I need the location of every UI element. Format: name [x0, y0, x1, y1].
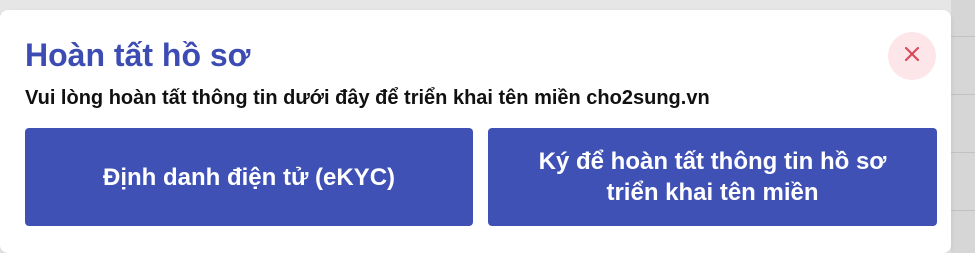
ekyc-button[interactable]: Định danh điện tử (eKYC): [25, 128, 473, 226]
close-button[interactable]: [888, 32, 936, 80]
modal-title: Hoàn tất hồ sơ: [25, 37, 251, 73]
complete-profile-modal: Hoàn tất hồ sơ Vui lòng hoàn tất thông t…: [0, 10, 951, 253]
background-content-hint: [272, 0, 392, 13]
background-divider: [951, 36, 975, 37]
ekyc-button-label: Định danh điện tử (eKYC): [102, 163, 396, 191]
background-divider: [951, 94, 975, 95]
background-divider: [951, 152, 975, 153]
sign-profile-button[interactable]: Ký để hoàn tất thông tin hồ sơ triển kha…: [488, 128, 937, 226]
sign-profile-button-label: Ký để hoàn tất thông tin hồ sơ triển kha…: [538, 148, 887, 206]
modal-subtitle: Vui lòng hoàn tất thông tin dưới đây để …: [25, 87, 710, 109]
background-divider: [951, 210, 975, 211]
close-icon: [903, 45, 921, 68]
background-panel: [951, 0, 975, 253]
